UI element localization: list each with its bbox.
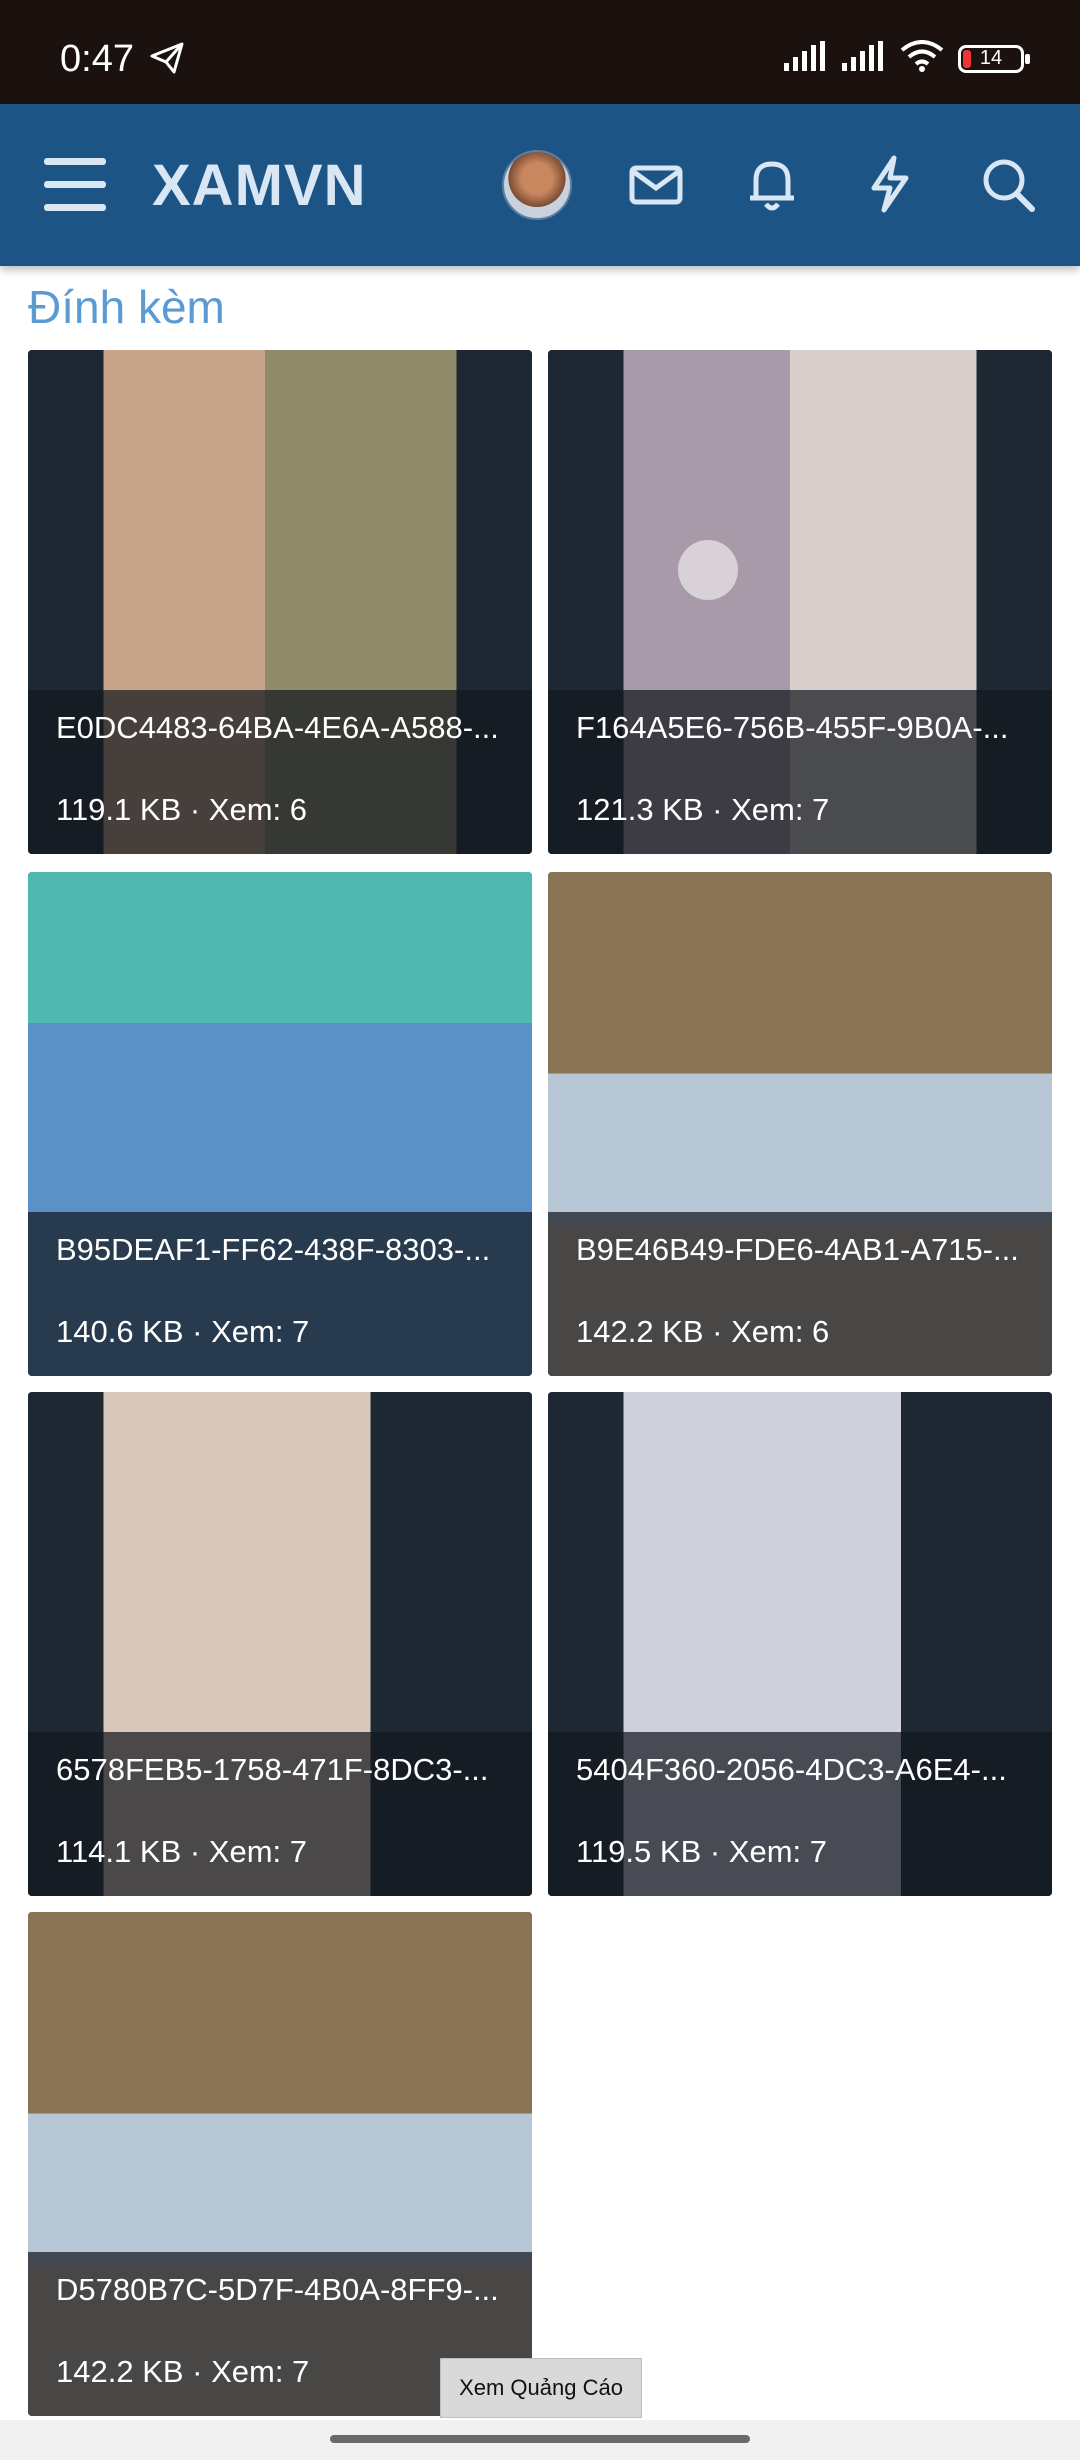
attachment-tile[interactable]: D5780B7C-5D7F-4B0A-8FF9-... 142.2 KB · X… [28,1912,532,2416]
wifi-icon [900,40,944,77]
attachment-name: F164A5E6-756B-455F-9B0A-... [576,710,1009,745]
status-time: 0:47 [60,38,134,80]
bolt-icon[interactable] [866,154,912,219]
signal-icon [842,41,886,76]
mail-icon[interactable] [628,154,684,219]
attachment-tile[interactable]: B95DEAF1-FF62-438F-8303-... 140.6 KB · X… [28,872,532,1376]
attachment-name: D5780B7C-5D7F-4B0A-8FF9-... [56,2272,499,2307]
telegram-send-icon [150,42,184,79]
search-icon[interactable] [980,154,1038,219]
attachment-name: 6578FEB5-1758-471F-8DC3-... [56,1752,489,1787]
app-header: XAMVN [0,104,1080,266]
avatar[interactable] [502,150,572,220]
attachment-tile[interactable]: F164A5E6-756B-455F-9B0A-... 121.3 KB · X… [548,350,1052,854]
attachment-tile[interactable]: E0DC4483-64BA-4E6A-A588-... 119.1 KB · X… [28,350,532,854]
attachment-name: B9E46B49-FDE6-4AB1-A715-... [576,1232,1019,1267]
play-icon [678,540,738,600]
attachment-tile[interactable]: B9E46B49-FDE6-4AB1-A715-... 142.2 KB · X… [548,872,1052,1376]
attachment-name: 5404F360-2056-4DC3-A6E4-... [576,1752,1007,1787]
bell-icon[interactable] [746,154,798,219]
attachment-name: E0DC4483-64BA-4E6A-A588-... [56,710,499,745]
attachment-meta: 114.1 KB · Xem: 7 [56,1834,307,1869]
brand-title[interactable]: XAMVN [152,152,366,219]
attachment-meta: 140.6 KB · Xem: 7 [56,1314,310,1349]
battery-level: 14 [979,47,1003,69]
battery-icon: 14 [958,44,1030,73]
home-indicator[interactable] [330,2435,750,2443]
attachment-meta: 121.3 KB · Xem: 7 [576,792,830,827]
attachment-tile[interactable]: 6578FEB5-1758-471F-8DC3-... 114.1 KB · X… [28,1392,532,1896]
ad-button[interactable]: Xem Quảng Cáo [440,2358,642,2418]
attachment-meta: 142.2 KB · Xem: 7 [56,2354,310,2389]
status-bar: 0:47 14 [0,0,1080,104]
signal-icon [784,41,828,76]
attachment-name: B95DEAF1-FF62-438F-8303-... [56,1232,491,1267]
attachment-meta: 142.2 KB · Xem: 6 [576,1314,830,1349]
attachment-meta: 119.5 KB · Xem: 7 [576,1834,827,1869]
attachment-meta: 119.1 KB · Xem: 6 [56,792,307,827]
attachment-tile[interactable]: 5404F360-2056-4DC3-A6E4-... 119.5 KB · X… [548,1392,1052,1896]
menu-icon[interactable] [44,158,106,217]
section-title: Đính kèm [28,281,225,333]
